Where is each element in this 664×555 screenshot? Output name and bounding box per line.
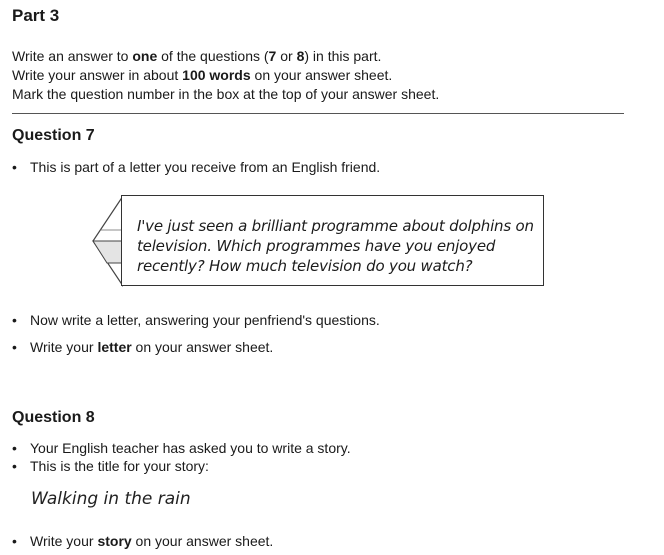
folded-paper-icon	[92, 195, 123, 287]
bullet-icon: •	[12, 458, 17, 474]
bullet-text: This is the title for your story:	[30, 458, 209, 474]
bullet-text-bold: story	[97, 533, 132, 549]
instruction-line-3: Mark the question number in the box at t…	[12, 86, 440, 102]
letter-line: television. Which programmes have you en…	[137, 237, 496, 255]
instruction-text: of the questions (	[157, 48, 269, 64]
bullet-text: This is part of a letter you receive fro…	[30, 159, 381, 175]
bullet-text: Write your story on your answer sheet.	[30, 533, 273, 549]
bullet-icon: •	[12, 312, 17, 328]
instruction-line-1: Write an answer to one of the questions …	[12, 47, 381, 65]
question-8-title: Question 8	[12, 409, 95, 426]
question-7-bullet-2: • Now write a letter, answering your penf…	[12, 311, 380, 329]
bullet-text: Write your letter on your answer sheet.	[30, 339, 273, 355]
question-8-bullet-3: • Write your story on your answer sheet.	[12, 532, 273, 550]
question-7-title: Question 7	[12, 127, 95, 144]
instruction-line-2: Write your answer in about 100 words on …	[12, 66, 392, 84]
section-divider	[12, 113, 624, 114]
story-title: Walking in the rain	[31, 489, 191, 509]
instruction-bold: one	[132, 48, 158, 64]
question-8-bullet-2: • This is the title for your story:	[12, 457, 209, 475]
bullet-text-part: Write your	[30, 339, 98, 355]
letter-line: recently? How much television do you wat…	[137, 257, 473, 275]
part-title: Part 3	[12, 6, 60, 25]
instruction-text: Write your answer in about	[12, 67, 183, 83]
instruction-text: on your answer sheet.	[250, 67, 393, 83]
bullet-text: Your English teacher has asked you to wr…	[30, 440, 351, 456]
instruction-text: Write an answer to	[12, 48, 133, 64]
bullet-text-bold: letter	[97, 339, 132, 355]
question-8-bullet-1: • Your English teacher has asked you to w…	[12, 439, 351, 457]
instruction-text: or	[276, 48, 297, 64]
instruction-bold: 100 words	[182, 67, 251, 83]
letter-excerpt: I've just seen a brilliant programme abo…	[137, 216, 537, 276]
bullet-icon: •	[12, 533, 17, 549]
instruction-text: ) in this part.	[304, 48, 382, 64]
bullet-text: Now write a letter, answering your penfr…	[30, 312, 380, 328]
bullet-text-part: on your answer sheet.	[131, 533, 274, 549]
bullet-text-part: Write your	[30, 533, 98, 549]
question-7-bullet-1: • This is part of a letter you receive fr…	[12, 158, 380, 176]
letter-line: I've just seen a brilliant programme abo…	[137, 217, 534, 235]
bullet-icon: •	[12, 339, 17, 355]
bullet-icon: •	[12, 159, 17, 175]
bullet-text-part: on your answer sheet.	[131, 339, 274, 355]
bullet-icon: •	[12, 440, 17, 456]
question-7-bullet-3: • Write your letter on your answer sheet.	[12, 338, 273, 356]
